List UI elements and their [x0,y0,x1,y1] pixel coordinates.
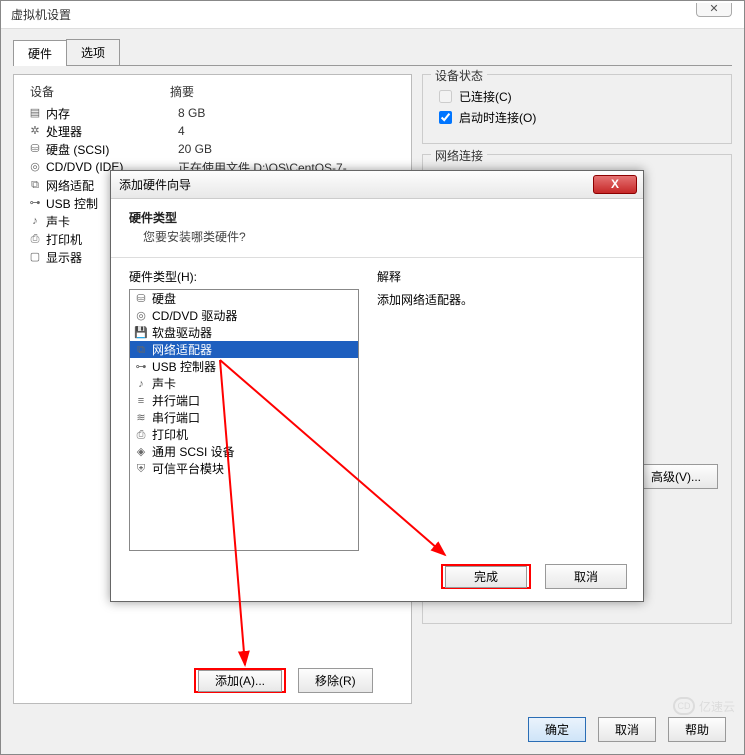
memory-icon: ▤ [28,106,42,120]
scsi-icon: ◈ [134,445,148,459]
hardware-type-label-text: USB 控制器 [152,358,216,375]
hardware-type-label: 硬件类型(H): [129,268,359,285]
tab-options[interactable]: 选项 [66,39,120,65]
tab-hardware[interactable]: 硬件 [13,40,67,66]
window-title: 虚拟机设置 [11,6,71,23]
device-summary: 20 GB [178,142,405,156]
add-button[interactable]: 添加(A)... [198,670,282,692]
display-icon: ▢ [28,250,42,264]
device-row[interactable]: ▤ 内存8 GB [20,104,405,122]
watermark-icon: CD [673,697,695,715]
device-summary: 4 [178,124,405,138]
hardware-type-item[interactable]: ♪ 声卡 [130,375,358,392]
close-icon[interactable]: ✕ [696,3,732,17]
network-legend: 网络连接 [431,147,487,164]
explain-label: 解释 [377,268,625,285]
cpu-icon: ✲ [28,124,42,138]
watermark: CD 亿速云 [673,697,735,715]
hardware-type-label-text: 并行端口 [152,392,200,409]
device-summary: 8 GB [178,106,405,120]
cancel-button[interactable]: 取消 [598,717,656,742]
sound-icon: ♪ [134,377,148,391]
hardware-type-item[interactable]: ⎙ 打印机 [130,426,358,443]
col-device: 设备 [20,83,170,100]
hardware-type-label-text: 打印机 [152,426,188,443]
ok-button[interactable]: 确定 [528,717,586,742]
disk-icon: ⛁ [28,142,42,156]
hardware-type-item[interactable]: ⧉ 网络适配器 [130,341,358,358]
device-row[interactable]: ✲ 处理器4 [20,122,405,140]
finish-button[interactable]: 完成 [445,566,527,588]
hardware-type-list[interactable]: ⛁ 硬盘 ◎ CD/DVD 驱动器 💾 软盘驱动器 ⧉ 网络适配器 ⊶ USB 控制器 ♪ 声卡 ≡ 并行… [129,289,359,551]
hardware-type-label-text: 通用 SCSI 设备 [152,443,235,460]
hardware-type-label-text: 可信平台模块 [152,460,224,477]
hardware-type-label-text: 硬盘 [152,290,176,307]
device-status-group: 设备状态 已连接(C) 启动时连接(O) [422,74,732,144]
device-name: 内存 [46,105,178,122]
device-name: 硬盘 (SCSI) [46,141,178,158]
tpm-icon: ⛨ [134,462,148,476]
poweron-check-input[interactable] [439,111,452,124]
col-summary: 摘要 [170,83,405,100]
hardware-type-label-text: CD/DVD 驱动器 [152,307,237,324]
help-button[interactable]: 帮助 [668,717,726,742]
annotation-box-add: 添加(A)... [194,668,286,693]
sound-icon: ♪ [28,214,42,228]
hardware-type-item[interactable]: ≋ 串行端口 [130,409,358,426]
device-name: 处理器 [46,123,178,140]
advanced-button[interactable]: 高级(V)... [634,464,718,489]
hardware-type-item[interactable]: ⊶ USB 控制器 [130,358,358,375]
add-hardware-wizard: 添加硬件向导 X 硬件类型 您要安装哪类硬件? 硬件类型(H): ⛁ 硬盘 ◎ CD/… [110,170,644,602]
wizard-cancel-button[interactable]: 取消 [545,564,627,589]
usb-icon: ⊶ [134,360,148,374]
remove-button[interactable]: 移除(R) [298,668,373,693]
hardware-type-item[interactable]: 💾 软盘驱动器 [130,324,358,341]
floppy-icon: 💾 [134,326,148,340]
cd-icon: ◎ [134,309,148,323]
hardware-type-label-text: 网络适配器 [152,341,212,358]
disk-icon: ⛁ [134,292,148,306]
hardware-type-item[interactable]: ◈ 通用 SCSI 设备 [130,443,358,460]
annotation-box-finish: 完成 [441,564,531,589]
parallel-icon: ≡ [134,394,148,408]
wizard-subheading: 您要安装哪类硬件? [129,228,625,245]
footer-buttons: 确定 取消 帮助 [528,717,726,742]
connect-on-poweron-checkbox[interactable]: 启动时连接(O) [435,108,719,127]
usb-icon: ⊶ [28,196,42,210]
hardware-type-item[interactable]: ≡ 并行端口 [130,392,358,409]
cd-icon: ◎ [28,160,42,174]
status-legend: 设备状态 [431,67,487,84]
wizard-titlebar: 添加硬件向导 X [111,171,643,199]
wizard-heading: 硬件类型 [129,209,625,226]
printer-icon: ⎙ [134,428,148,442]
nic-icon: ⧉ [28,178,42,192]
wizard-title: 添加硬件向导 [119,176,191,193]
serial-icon: ≋ [134,411,148,425]
hardware-type-item[interactable]: ⛁ 硬盘 [130,290,358,307]
hardware-type-label-text: 串行端口 [152,409,200,426]
connected-check-input [439,90,452,103]
titlebar: 虚拟机设置 ✕ [1,1,744,29]
hardware-type-item[interactable]: ⛨ 可信平台模块 [130,460,358,477]
wizard-close-icon[interactable]: X [593,175,637,194]
nic-icon: ⧉ [134,343,148,357]
printer-icon: ⎙ [28,232,42,246]
explain-text: 添加网络适配器。 [377,291,625,308]
hardware-type-item[interactable]: ◎ CD/DVD 驱动器 [130,307,358,324]
device-row[interactable]: ⛁ 硬盘 (SCSI)20 GB [20,140,405,158]
hardware-type-label-text: 软盘驱动器 [152,324,212,341]
connected-checkbox[interactable]: 已连接(C) [435,87,719,106]
tabs: 硬件 选项 [13,39,732,66]
hardware-type-label-text: 声卡 [152,375,176,392]
